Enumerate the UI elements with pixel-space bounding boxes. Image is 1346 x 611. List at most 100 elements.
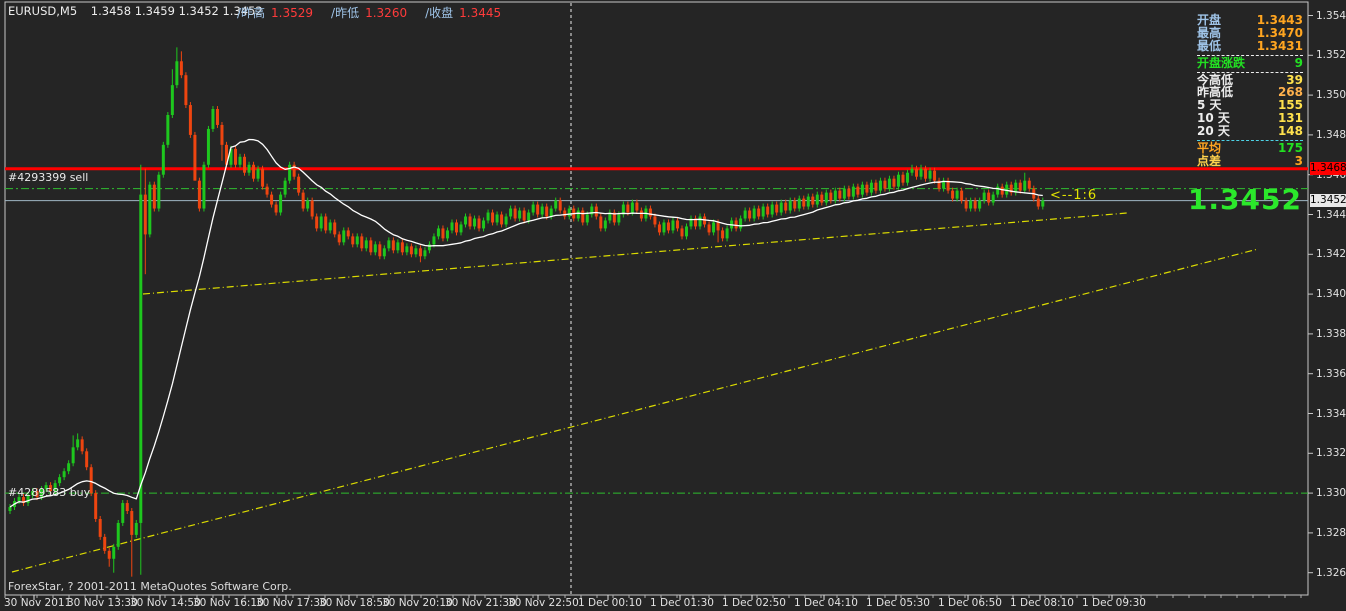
time-axis-label[interactable]: 1 Dec 01:30 [650,597,714,609]
price-axis-label[interactable]: 1.3525 [1316,49,1346,61]
candle-body [509,209,512,217]
previous-day-stats: /昨高1.3529/昨低1.3260/收盘1.3445 [237,4,501,21]
candle-body [234,149,237,165]
moving-average-line[interactable] [10,140,1043,508]
candlestick-series[interactable] [9,47,1045,576]
time-axis-label[interactable]: 1 Dec 08:10 [1010,597,1074,609]
time-axis-label[interactable]: 30 Nov 22:50 [508,597,579,609]
candle-body [906,173,909,183]
candle-body [996,187,999,195]
candle-body [437,228,440,236]
candle-body [491,213,494,223]
time-axis-label[interactable]: 30 Nov 20:10 [382,597,453,609]
time-axis-label[interactable]: 30 Nov 16:10 [193,597,264,609]
candle-body [248,165,251,173]
risk-ratio-annotation[interactable]: <--1:6 [1050,188,1097,203]
prev-stat-value: 1.3445 [459,6,501,20]
price-axis-label[interactable]: 1.3445 [1316,209,1346,221]
upper-trendline[interactable] [143,213,1127,294]
price-axis-label[interactable]: 1.3405 [1316,288,1346,300]
candle-body [834,191,837,201]
candle-body [482,220,485,228]
panel-stat-row: 点差3 [1197,155,1303,168]
time-axis-label[interactable]: 30 Nov 18:50 [319,597,390,609]
price-tag: 1.3468 [1310,162,1346,175]
time-axis-label[interactable]: 30 Nov 2011 [4,597,71,609]
candle-body [473,218,476,226]
prev-stat-item: /收盘1.3445 [425,4,501,21]
panel-stat-value: 175 [1278,142,1303,155]
candle-body [103,537,106,551]
candle-body [189,105,192,135]
panel-stat-label: 最高 [1197,27,1221,40]
candle-body [162,145,165,175]
candle-body [302,193,305,209]
panel-stat-value: 1.3470 [1257,27,1303,40]
candle-body [360,236,363,248]
buy-order-label[interactable]: #4289583 buy [8,486,90,499]
candle-body [351,236,354,244]
time-axis-label[interactable]: 1 Dec 04:10 [794,597,858,609]
candle-body [667,222,670,230]
candle-body [383,248,386,256]
candle-body [193,135,196,181]
prev-stat-item: /昨高1.3529 [237,4,313,21]
price-axis-label[interactable]: 1.3345 [1316,408,1346,420]
price-axis-label[interactable]: 1.3285 [1316,527,1346,539]
panel-stat-row: 20 天148 [1197,125,1303,138]
candle-body [726,228,729,238]
candle-body [793,201,796,209]
candle-body [135,523,138,535]
price-axis-label[interactable]: 1.3265 [1316,567,1346,579]
time-axis-label[interactable]: 30 Nov 13:30 [67,597,138,609]
sell-order-label[interactable]: #4293399 sell [8,171,88,184]
candle-body [207,129,210,165]
panel-stat-value: 3 [1295,155,1303,168]
candle-body [816,195,819,205]
candle-body [744,211,747,219]
price-axis-label[interactable]: 1.3505 [1316,89,1346,101]
price-axis-label[interactable]: 1.3305 [1316,487,1346,499]
candle-body [735,220,738,228]
candle-body [680,228,683,236]
candle-body [933,171,936,181]
lower-trendline[interactable] [12,249,1258,572]
time-axis-label[interactable]: 1 Dec 06:50 [938,597,1002,609]
candle-body [712,222,715,232]
candle-body [94,493,97,519]
time-axis-label[interactable]: 1 Dec 00:10 [578,597,642,609]
candle-body [929,171,932,179]
price-axis-label[interactable]: 1.3425 [1316,248,1346,260]
time-axis-label[interactable]: 1 Dec 05:30 [866,597,930,609]
candlestick-chart-canvas[interactable] [0,0,1346,611]
panel-stat-row: 最低1.3431 [1197,40,1303,53]
candle-body [820,195,823,203]
candle-body [518,211,521,219]
candle-body [378,244,381,256]
price-axis-label[interactable]: 1.3485 [1316,129,1346,141]
candle-body [780,203,783,213]
statistics-panel: 开盘1.3443最高1.3470最低1.3431开盘涨跌9今高低39昨高低268… [1197,14,1303,168]
time-axis-label[interactable]: 1 Dec 02:50 [722,597,786,609]
candle-body [631,203,634,213]
time-axis-label[interactable]: 30 Nov 17:30 [256,597,327,609]
candle-body [284,181,287,195]
mt4-chart-window: EURUSD,M5 1.3458 1.3459 1.3452 1.3452 /昨… [0,0,1346,611]
candle-body [496,215,499,223]
price-axis-label[interactable]: 1.3385 [1316,328,1346,340]
candle-body [811,197,814,205]
candle-body [166,115,169,145]
candle-body [847,189,850,197]
candle-body [568,209,571,217]
candle-body [171,85,174,115]
candle-body [487,213,490,221]
time-axis-label[interactable]: 30 Nov 21:30 [445,597,516,609]
candle-body [279,195,282,213]
candle-body [261,169,264,187]
candle-body [1041,201,1044,207]
price-axis-label[interactable]: 1.3545 [1316,10,1346,22]
time-axis-label[interactable]: 30 Nov 14:50 [130,597,201,609]
price-axis-label[interactable]: 1.3365 [1316,368,1346,380]
time-axis-label[interactable]: 1 Dec 09:30 [1082,597,1146,609]
price-axis-label[interactable]: 1.3325 [1316,447,1346,459]
